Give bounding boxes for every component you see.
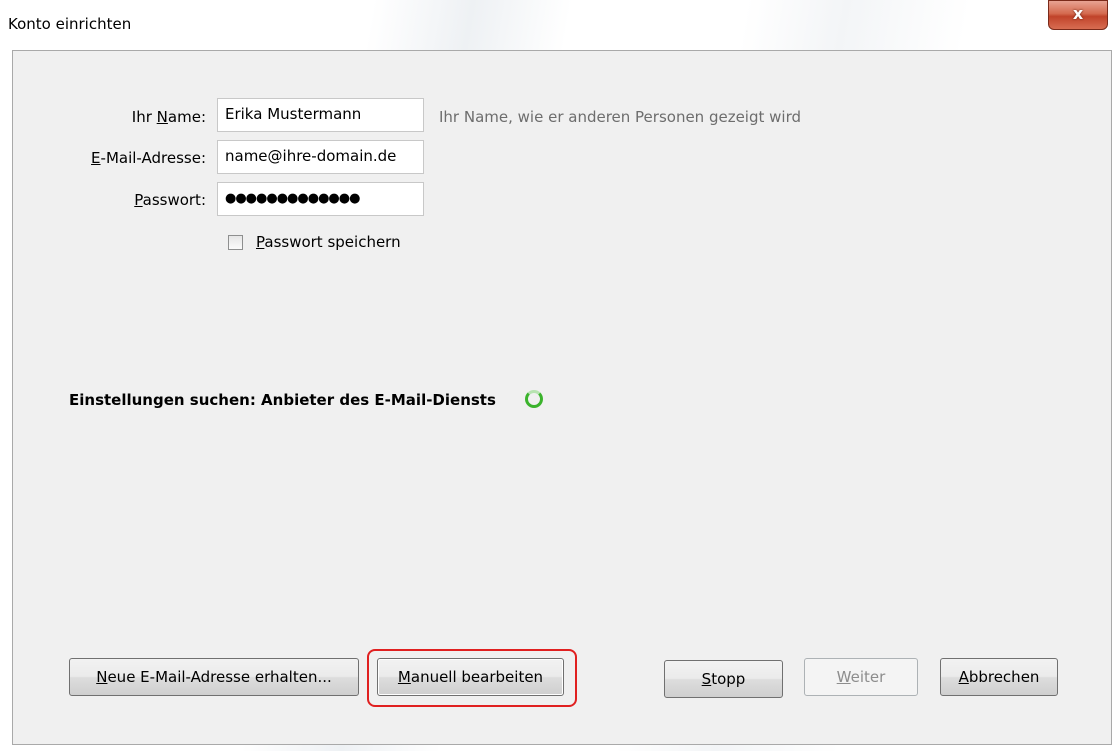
manual-edit-accesskey: M — [397, 668, 411, 686]
email-input-value: name@ihre-domain.de — [225, 147, 397, 165]
email-label-accesskey: E — [91, 149, 101, 167]
cancel-button[interactable]: Abbrechen — [940, 658, 1058, 696]
title-bar[interactable]: Konto einrichten x — [0, 0, 1113, 50]
new-email-address-button[interactable]: Neue E-Mail-Adresse erhalten... — [69, 658, 359, 696]
email-label-rest: -Mail-Adresse: — [100, 149, 206, 167]
next-button[interactable]: Weiter — [804, 658, 918, 696]
name-input-value: Erika Mustermann — [225, 105, 362, 123]
account-setup-window: Konto einrichten x Ihr Name: Erika Muste… — [0, 0, 1113, 751]
remember-password-checkbox[interactable] — [228, 235, 243, 250]
new-email-address-label: eue E-Mail-Adresse erhalten... — [107, 668, 332, 686]
name-label-rest: ame: — [167, 108, 206, 126]
manual-edit-label: anuell bearbeiten — [410, 668, 544, 686]
password-label-accesskey: P — [134, 191, 143, 209]
cancel-accesskey: A — [958, 668, 969, 686]
next-label: eiter — [850, 668, 886, 686]
name-hint: Ihr Name, wie er anderen Personen gezeig… — [439, 108, 801, 126]
password-input[interactable]: ●●●●●●●●●●●●● — [217, 182, 424, 216]
password-label-rest: asswort: — [142, 191, 206, 209]
dialog-body: Ihr Name: Erika Mustermann Ihr Name, wie… — [12, 50, 1112, 745]
name-label: Ihr Name: — [13, 108, 206, 126]
name-input[interactable]: Erika Mustermann — [217, 98, 424, 132]
window-title: Konto einrichten — [8, 15, 132, 33]
loading-spinner-icon — [525, 390, 543, 408]
status-text: Einstellungen suchen: Anbieter des E-Mai… — [69, 391, 496, 409]
email-input[interactable]: name@ihre-domain.de — [217, 140, 424, 174]
next-accesskey: W — [836, 668, 851, 686]
name-label-accesskey: N — [156, 108, 168, 126]
password-input-value: ●●●●●●●●●●●●● — [225, 191, 360, 206]
stop-accesskey: S — [701, 670, 712, 688]
cancel-label: bbrechen — [968, 668, 1040, 686]
stop-label: topp — [711, 670, 746, 688]
close-icon: x — [1072, 4, 1084, 23]
name-label-text: Ihr — [131, 108, 157, 126]
password-label: Passwort: — [13, 191, 206, 209]
new-email-address-accesskey: N — [96, 668, 108, 686]
email-label: E-Mail-Adresse: — [13, 149, 206, 167]
close-button[interactable]: x — [1048, 0, 1108, 30]
manual-edit-button[interactable]: Manuell bearbeiten — [377, 658, 564, 696]
stop-button[interactable]: Stopp — [664, 660, 783, 698]
remember-password-label[interactable]: Passwort speichern — [256, 233, 401, 251]
remember-password-rest: asswort speichern — [264, 233, 401, 251]
